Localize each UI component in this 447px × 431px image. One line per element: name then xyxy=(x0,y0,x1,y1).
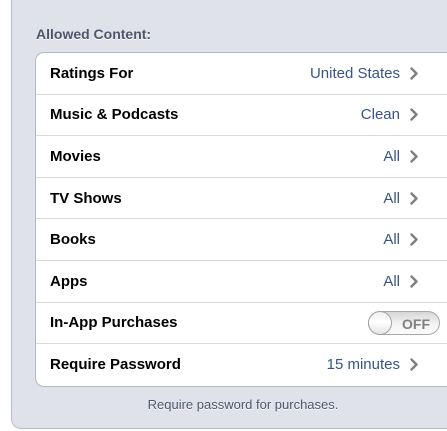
row-label: Apps xyxy=(50,272,88,290)
chevron-right-icon xyxy=(408,149,420,163)
row-music-podcasts[interactable]: Music & Podcasts Clean xyxy=(36,95,447,137)
row-value: United States xyxy=(309,64,400,82)
row-apps[interactable]: Apps All xyxy=(36,261,447,303)
row-label: Books xyxy=(50,231,96,249)
row-value: All xyxy=(383,231,400,249)
row-label: Movies xyxy=(50,147,101,165)
row-require-password[interactable]: Require Password 15 minutes xyxy=(36,344,447,386)
toggle-knob[interactable] xyxy=(368,310,392,335)
row-value: 15 minutes xyxy=(326,356,400,374)
row-books[interactable]: Books All xyxy=(36,219,447,261)
chevron-right-icon xyxy=(408,191,420,205)
toggle-state-text: OFF xyxy=(402,315,430,332)
allowed-content-group: Ratings For United States Music & Podcas… xyxy=(35,52,447,387)
chevron-right-icon xyxy=(408,358,420,372)
section-header: Allowed Content: xyxy=(36,26,152,42)
row-movies[interactable]: Movies All xyxy=(36,136,447,178)
row-value: All xyxy=(383,147,400,165)
row-tv-shows[interactable]: TV Shows All xyxy=(36,178,447,220)
row-label: TV Shows xyxy=(50,189,122,207)
chevron-right-icon xyxy=(408,66,420,80)
row-value: Clean xyxy=(360,106,400,124)
row-ratings-for[interactable]: Ratings For United States xyxy=(36,53,447,95)
row-in-app-purchases: In-App Purchases OFF xyxy=(36,303,447,345)
in-app-purchases-toggle[interactable]: OFF xyxy=(368,310,440,335)
row-label: Music & Podcasts xyxy=(50,106,179,124)
section-footer: Require password for purchases. xyxy=(147,397,339,412)
row-value: All xyxy=(383,272,400,290)
row-label: In-App Purchases xyxy=(50,314,178,332)
row-value: All xyxy=(383,189,400,207)
chevron-right-icon xyxy=(408,274,420,288)
row-label: Ratings For xyxy=(50,64,134,82)
chevron-right-icon xyxy=(408,108,420,122)
row-label: Require Password xyxy=(50,356,181,374)
chevron-right-icon xyxy=(408,233,420,247)
